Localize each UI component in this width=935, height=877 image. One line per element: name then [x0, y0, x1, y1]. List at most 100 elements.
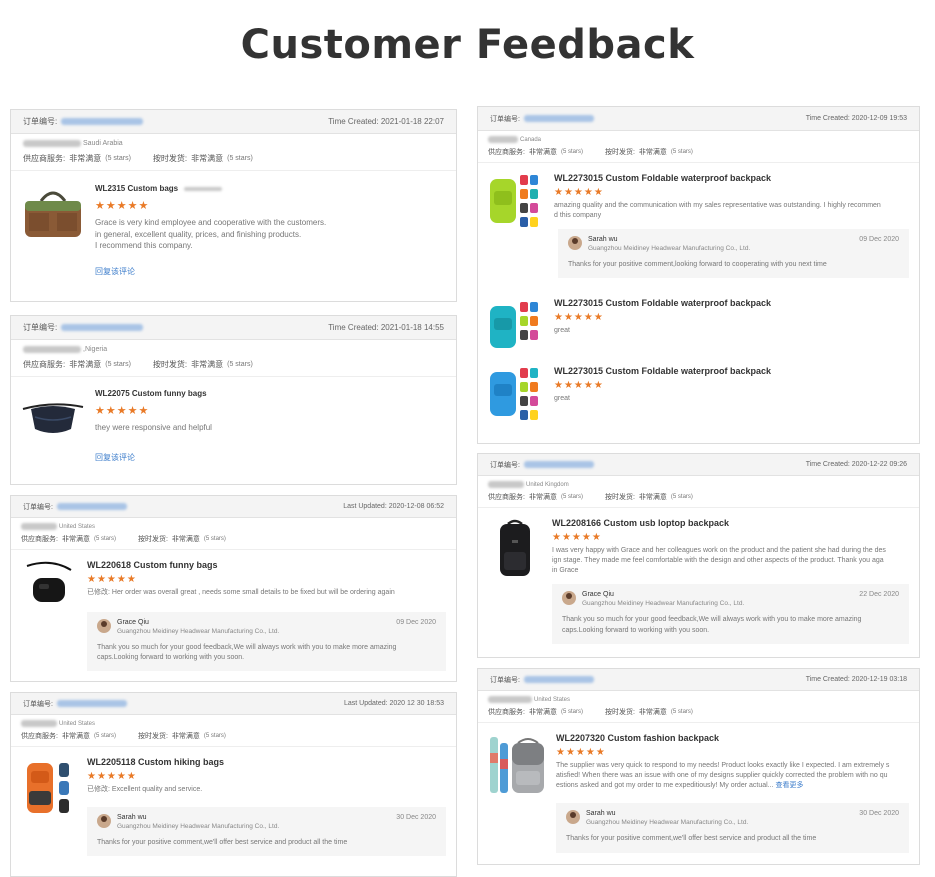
order-number-blurred [61, 324, 144, 331]
product-title[interactable]: WL22075 Custom funny bags [95, 389, 446, 398]
review-text: Grace is very kind employee and cooperat… [95, 218, 327, 251]
buyer-name-blurred [488, 481, 524, 488]
product-title[interactable]: WL220618 Custom funny bags [87, 560, 446, 570]
supplier-service-label: 供应商服务: [488, 149, 525, 156]
order-no-label: 订单编号: [490, 461, 520, 469]
review-text: Excellent quality and service. [111, 786, 203, 793]
supplier-service-label: 供应商服务: [488, 494, 525, 501]
reply-date: 09 Dec 2020 [396, 619, 436, 627]
reply-author: Sarah wu [586, 810, 616, 818]
supplier-service-stars: (5 stars) [93, 733, 116, 739]
review-text: great [554, 395, 570, 403]
reply-author: Grace Qiu [582, 591, 614, 599]
rating-stars: ★★★★★ [556, 747, 606, 758]
rating-stars: ★★★★★ [95, 405, 150, 417]
supplier-service-stars: (5 stars) [105, 155, 131, 162]
reply-comment-link[interactable]: 回复该评论 [95, 452, 135, 463]
reply-date: 30 Dec 2020 [859, 810, 899, 818]
review-prefix: 已修改: [87, 589, 110, 596]
reply-date: 30 Dec 2020 [396, 814, 436, 822]
see-more-link[interactable]: 查看更多 [775, 782, 803, 789]
supplier-service-label: 供应商服务: [21, 536, 58, 543]
order-number-blurred [56, 503, 127, 510]
supplier-service-value: 非常满意 [528, 494, 557, 501]
product-image-foldable-backpack-green [488, 173, 544, 229]
supplier-service-label: 供应商服务: [21, 733, 58, 740]
product-image-hiking-backpacks [21, 757, 77, 819]
avatar [568, 236, 582, 251]
product-title[interactable]: WL2315 Custom bags [95, 184, 178, 193]
feedback-item-1: WL2273015 Custom Foldable waterproof bac… [478, 163, 919, 284]
rating-stars: ★★★★★ [554, 312, 604, 324]
product-image-waist-bag [21, 387, 85, 441]
supplier-service-value: 非常满意 [528, 709, 557, 716]
reply-company: Guangzhou Meidiney Headwear Manufacturin… [582, 600, 745, 608]
feedback-card-3: 订单编号: Last Updated: 2020-12-08 06:52 Uni… [10, 495, 457, 682]
reply-company: Guangzhou Meidiney Headwear Manufacturin… [588, 245, 751, 253]
feedback-item: WL2207320 Custom fashion backpack ★★★★★ … [478, 723, 919, 859]
reply-author: Sarah wu [588, 236, 618, 244]
delivery-stars: (5 stars) [670, 709, 693, 715]
reply-comment-link[interactable]: 回复该评论 [95, 266, 135, 277]
reply-author: Sarah wu [117, 814, 147, 822]
delivery-value: 非常满意 [191, 154, 224, 163]
supplier-service-value: 非常满意 [528, 149, 557, 156]
delivery-label: 按时发货: [137, 733, 168, 740]
delivery-label: 按时发货: [604, 494, 635, 501]
buyer-location: ,Nigeria [83, 346, 108, 353]
reply-company: Guangzhou Meidiney Headwear Manufacturin… [117, 823, 280, 831]
reply-date: 22 Dec 2020 [859, 591, 899, 599]
order-number-blurred [56, 700, 127, 707]
product-image-sling-bag [21, 560, 77, 610]
supplier-reply: Sarah wu Guangzhou Meidiney Headwear Man… [87, 807, 446, 857]
buyer-location: United States [534, 696, 571, 703]
product-extra-blurred [184, 186, 223, 191]
reply-text: Thanks for your positive comment,we'll o… [97, 839, 348, 847]
feedback-item-3: WL2273015 Custom Foldable waterproof bac… [478, 360, 919, 428]
feedback-card-5: 订单编号: Time Created: 2020-12-09 19:53 Can… [477, 106, 920, 444]
delivery-value: 非常满意 [638, 709, 667, 716]
product-title[interactable]: WL2205118 Custom hiking bags [87, 757, 446, 767]
time-created: Time Created: 2020-12-09 19:53 [805, 115, 907, 122]
product-title[interactable]: WL2273015 Custom Foldable waterproof bac… [554, 366, 909, 376]
avatar [566, 810, 580, 825]
buyer-name-blurred [488, 696, 532, 703]
product-title[interactable]: WL2208166 Custom usb loptop backpack [552, 518, 909, 528]
feedback-card-4: 订单编号: Last Updated: 2020 12 30 18:53 Uni… [10, 692, 457, 877]
product-image-laptop-backpack [488, 518, 542, 580]
supplier-service-label: 供应商服务: [488, 709, 525, 716]
delivery-value: 非常满意 [171, 536, 200, 543]
supplier-reply: Sarah wu Guangzhou Meidiney Headwear Man… [558, 229, 909, 279]
order-no-label: 订单编号: [23, 323, 58, 332]
review-line: The supplier was very quick to respond t… [556, 761, 909, 791]
rating-stars: ★★★★★ [554, 187, 604, 198]
feedback-item: WL2208166 Custom usb loptop backpack ★★★… [478, 508, 919, 650]
rating-stars: ★★★★★ [552, 532, 602, 543]
review-text: great [554, 327, 570, 335]
avatar [97, 619, 111, 634]
review-prefix: 已修改: [87, 786, 110, 793]
product-title[interactable]: WL2273015 Custom Foldable waterproof bac… [554, 298, 909, 308]
product-title[interactable]: WL2207320 Custom fashion backpack [556, 733, 909, 743]
reply-company: Guangzhou Meidiney Headwear Manufacturin… [586, 819, 749, 827]
reply-author: Grace Qiu [117, 619, 149, 627]
product-image-foldable-backpack-teal [488, 298, 544, 354]
delivery-label: 按时发货: [137, 536, 168, 543]
reply-text: Thank you so much for your good feedback… [562, 616, 862, 634]
feedback-card-6: 订单编号: Time Created: 2020-12-22 09:26 Uni… [477, 453, 920, 658]
product-image-fashion-backpack [488, 733, 546, 799]
review-text: amazing quality and the communication wi… [554, 202, 881, 220]
reply-text: Thanks for your positive comment,we'll o… [566, 835, 817, 843]
product-title[interactable]: WL2273015 Custom Foldable waterproof bac… [554, 173, 909, 183]
supplier-service-value: 非常满意 [69, 360, 102, 369]
review-text: I was very happy with Grace and her coll… [552, 547, 886, 575]
page-title: Customer Feedback [240, 22, 695, 68]
supplier-service-stars: (5 stars) [560, 709, 583, 715]
delivery-value: 非常满意 [191, 360, 224, 369]
time-created: Time Created: 2020-12-19 03:18 [805, 676, 907, 683]
buyer-location: United States [59, 720, 96, 727]
buyer-name-blurred [488, 136, 518, 143]
time-created: Time Created: 2021-01-18 22:07 [328, 117, 444, 126]
buyer-name-blurred [21, 523, 57, 530]
buyer-name-blurred [21, 720, 57, 727]
